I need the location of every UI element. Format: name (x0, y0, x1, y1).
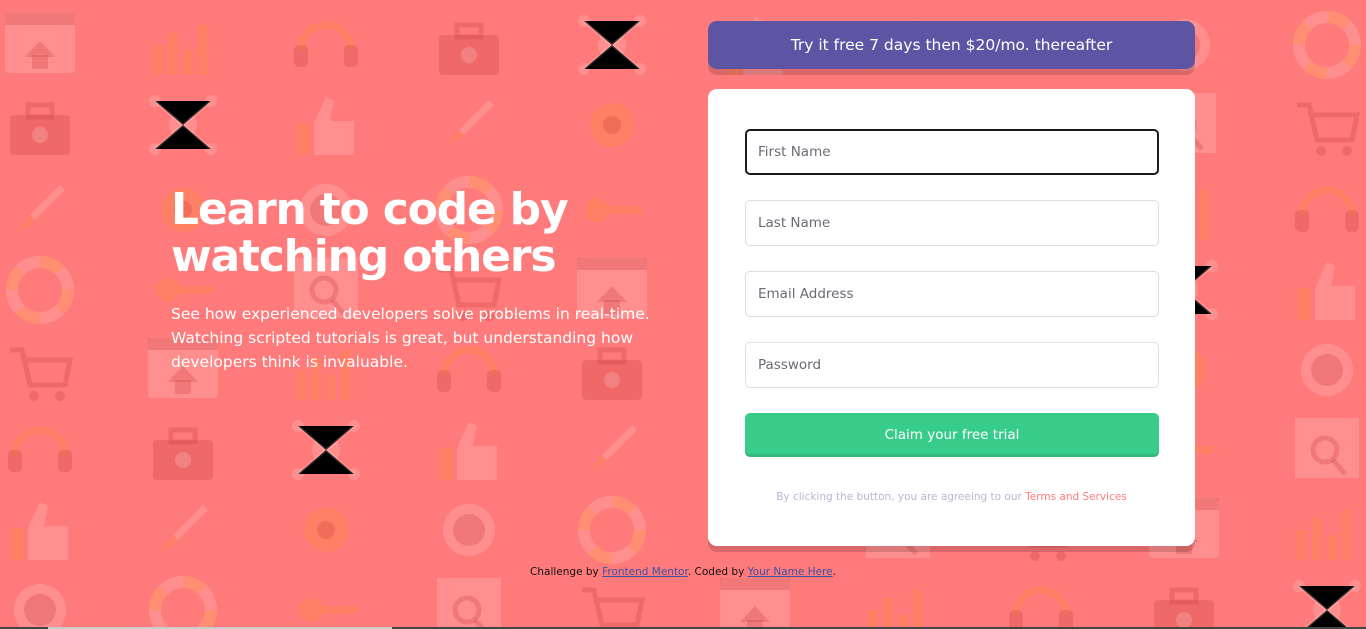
signup-form: Claim your free trial By clicking the bu… (708, 89, 1195, 546)
headset-icon (1287, 170, 1366, 250)
thumbs-up-icon (0, 490, 80, 570)
lifebuoy-icon (572, 490, 652, 570)
claim-trial-button[interactable]: Claim your free trial (745, 413, 1159, 457)
hero-section: Learn to code by watching others See how… (171, 186, 661, 374)
headset-icon (286, 5, 366, 85)
rocket-icon (572, 410, 652, 490)
thumbs-up-icon (286, 85, 366, 165)
cart-icon (1287, 85, 1366, 165)
thumbs-up-icon (429, 410, 509, 490)
bar-chart-icon (143, 5, 223, 85)
lifebuoy-icon (143, 570, 223, 629)
rocket-icon (143, 490, 223, 570)
cart-icon (0, 330, 80, 410)
rocket-icon (429, 85, 509, 165)
lifebuoy-icon (1287, 5, 1366, 85)
bar-chart-icon (1287, 490, 1366, 570)
frontend-mentor-link[interactable]: Frontend Mentor (602, 566, 688, 578)
terms-link[interactable]: Terms and Services (1025, 491, 1127, 503)
last-name-field[interactable] (745, 200, 1159, 246)
hero-headline: Learn to code by watching others (171, 184, 569, 282)
gear-icon (286, 490, 366, 570)
toolbox-icon (1144, 570, 1224, 629)
attribution-suffix: . (832, 566, 836, 578)
attribution-middle: . Coded by (687, 566, 748, 578)
thumbs-up-icon (1287, 250, 1366, 330)
globe-icon (429, 490, 509, 570)
attribution-prefix: Challenge by (530, 566, 603, 578)
terms-prefix: By clicking the button, you are agreeing… (776, 491, 1026, 503)
trial-banner-text: Try it free 7 days then $20/mo. thereaft… (790, 36, 1113, 54)
attribution: Challenge by Frontend Mentor. Coded by Y… (0, 566, 1366, 578)
trial-banner: Try it free 7 days then $20/mo. thereaft… (708, 21, 1195, 69)
gear-icon (572, 85, 652, 165)
browser-home-icon (0, 5, 80, 85)
headset-icon (0, 410, 80, 490)
email-field[interactable] (745, 271, 1159, 317)
network-icon (143, 85, 223, 165)
cart-icon (572, 570, 652, 629)
network-icon (1287, 570, 1366, 629)
hero-subtext: See how experienced developers solve pro… (171, 305, 650, 371)
search-icon (429, 570, 509, 629)
toolbox-icon (143, 410, 223, 490)
author-link[interactable]: Your Name Here (748, 566, 833, 578)
rocket-icon (0, 170, 80, 250)
toolbox-icon (429, 5, 509, 85)
terms-notice: By clicking the button, you are agreeing… (708, 491, 1195, 503)
network-icon (286, 410, 366, 490)
globe-icon (0, 570, 80, 629)
key-icon (286, 570, 366, 629)
toolbox-icon (0, 85, 80, 165)
lifebuoy-icon (0, 250, 80, 330)
browser-home-icon (715, 570, 795, 629)
search-icon (1287, 410, 1366, 490)
globe-icon (1287, 330, 1366, 410)
password-field[interactable] (745, 342, 1159, 388)
network-icon (572, 5, 652, 85)
bar-chart-icon (858, 570, 938, 629)
headset-icon (1001, 570, 1081, 629)
first-name-field[interactable] (745, 129, 1159, 175)
